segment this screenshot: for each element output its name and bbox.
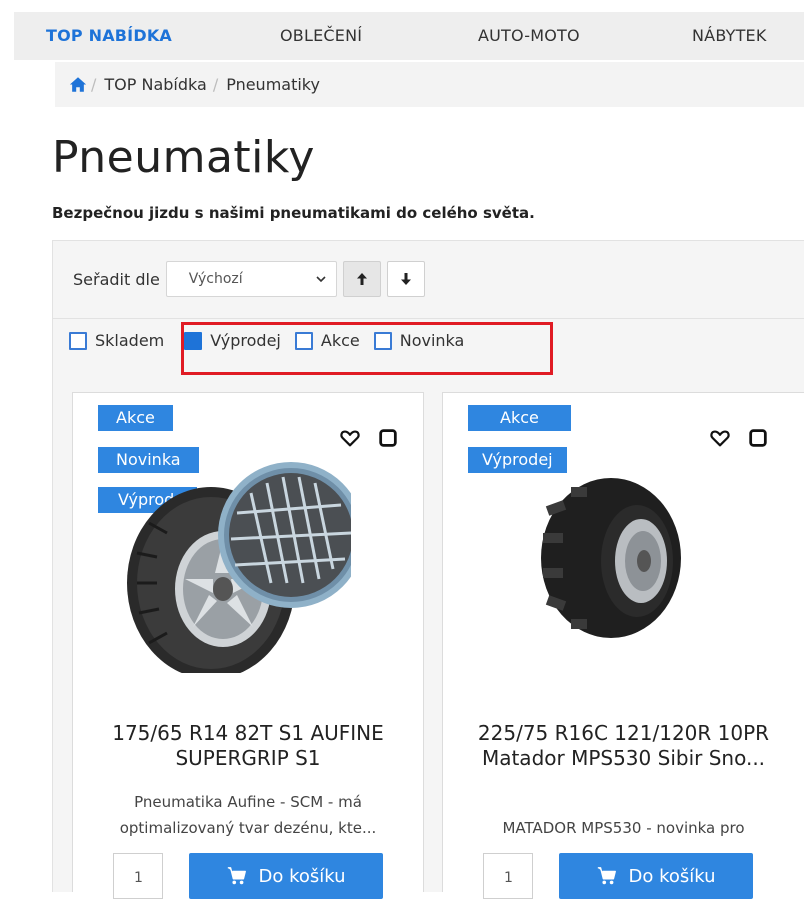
top-navigation: TOP NABÍDKA OBLEČENÍ AUTO-MOTO NÁBYTEK xyxy=(14,12,804,60)
product-card[interactable]: Akce Výprodej 225/75 R16C 121/120R 10PR … xyxy=(442,392,804,899)
arrow-down-icon xyxy=(400,273,411,285)
add-to-cart-button[interactable]: Do košíku xyxy=(189,853,383,899)
page-subtitle: Bezpečnou jizdu s našimi pneumatikami do… xyxy=(52,204,535,222)
nav-item-auto-moto[interactable]: AUTO-MOTO xyxy=(478,26,580,45)
heart-icon[interactable] xyxy=(709,427,731,449)
sort-label: Seřadit dle xyxy=(73,269,160,289)
filter-divider xyxy=(53,318,804,319)
tire-image[interactable] xyxy=(101,433,351,673)
cart-icon xyxy=(228,867,247,885)
badge-akce: Akce xyxy=(468,405,571,431)
highlight-box xyxy=(181,322,553,375)
product-description: MATADOR MPS530 - novinka pro xyxy=(502,819,745,837)
sort-selected-value: Výchozí xyxy=(188,271,243,287)
quantity-input[interactable]: 1 xyxy=(113,853,163,899)
product-title[interactable]: 175/65 R14 82T S1 AUFINE SUPERGRIP S1 xyxy=(73,721,423,771)
badge-vyprodej: Výprodej xyxy=(468,447,567,473)
cart-icon xyxy=(598,867,617,885)
nav-item-top-nabidka[interactable]: TOP NABÍDKA xyxy=(46,26,172,45)
sort-ascending-button[interactable] xyxy=(342,261,381,297)
badge-akce: Akce xyxy=(98,405,173,431)
home-icon[interactable] xyxy=(69,76,87,93)
breadcrumb-separator: / xyxy=(91,75,97,94)
sort-descending-button[interactable] xyxy=(386,261,425,297)
sort-row: Seřadit dle Výchozí xyxy=(73,261,425,297)
nav-item-obleceni[interactable]: OBLEČENÍ xyxy=(280,26,362,45)
add-to-cart-button[interactable]: Do košíku xyxy=(559,853,753,899)
add-to-cart-label: Do košíku xyxy=(258,865,346,887)
page-title: Pneumatiky xyxy=(52,132,315,183)
product-actions xyxy=(693,427,769,449)
compare-icon[interactable] xyxy=(377,427,399,449)
tire-image[interactable] xyxy=(531,473,691,643)
chevron-down-icon xyxy=(316,276,326,283)
nav-item-nabytek[interactable]: NÁBYTEK xyxy=(692,26,767,45)
breadcrumb: / TOP Nabídka / Pneumatiky xyxy=(55,62,804,107)
compare-icon[interactable] xyxy=(747,427,769,449)
product-title[interactable]: 225/75 R16C 121/120R 10PR Matador MPS530… xyxy=(443,721,804,771)
breadcrumb-separator: / xyxy=(212,75,219,94)
filter-skladem[interactable]: Skladem xyxy=(69,331,164,350)
quantity-input[interactable]: 1 xyxy=(483,853,533,899)
product-description: Pneumatika Aufine - SCM - má optimalizov… xyxy=(119,793,377,837)
arrow-up-icon xyxy=(356,273,367,285)
checkbox-skladem[interactable] xyxy=(69,331,87,350)
sort-select[interactable]: Výchozí xyxy=(165,261,337,297)
breadcrumb-item-top-nabidka[interactable]: TOP Nabídka xyxy=(104,75,206,94)
breadcrumb-item-pneumatiky: Pneumatiky xyxy=(226,75,320,94)
add-to-cart-label: Do košíku xyxy=(628,865,716,887)
filter-label-skladem: Skladem xyxy=(95,331,165,350)
product-card[interactable]: Akce Novinka Výprodej 175/65 R14 82T S1 … xyxy=(72,392,424,899)
